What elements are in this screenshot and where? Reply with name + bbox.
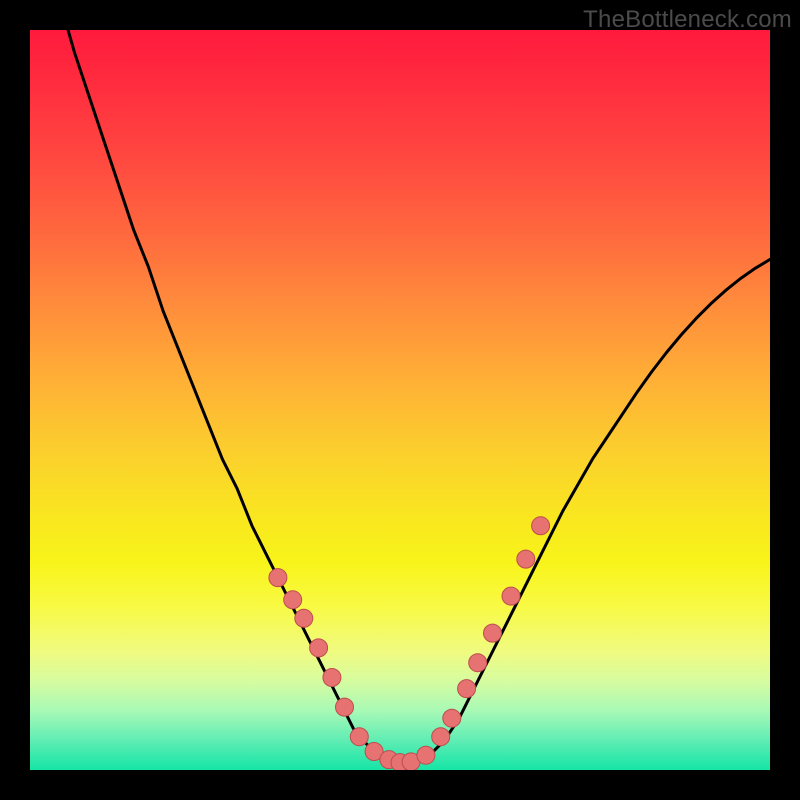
bottleneck-curve (30, 30, 770, 763)
chart-stage: TheBottleneck.com (0, 0, 800, 800)
highlight-dot (284, 591, 302, 609)
highlight-dot (458, 680, 476, 698)
curve-layer (30, 30, 770, 770)
highlight-dot (443, 709, 461, 727)
highlight-dot (269, 569, 287, 587)
highlight-dot (484, 624, 502, 642)
highlight-dot (295, 609, 313, 627)
highlight-dot (517, 550, 535, 568)
highlight-dot (469, 654, 487, 672)
highlight-dot (323, 669, 341, 687)
highlight-dot (502, 587, 520, 605)
highlight-dot (350, 728, 368, 746)
highlight-dot (336, 698, 354, 716)
watermark-text: TheBottleneck.com (583, 6, 792, 34)
highlight-dot (432, 728, 450, 746)
highlight-dot (417, 746, 435, 764)
highlight-dot (310, 639, 328, 657)
plot-area (30, 30, 770, 770)
highlight-dot (532, 517, 550, 535)
